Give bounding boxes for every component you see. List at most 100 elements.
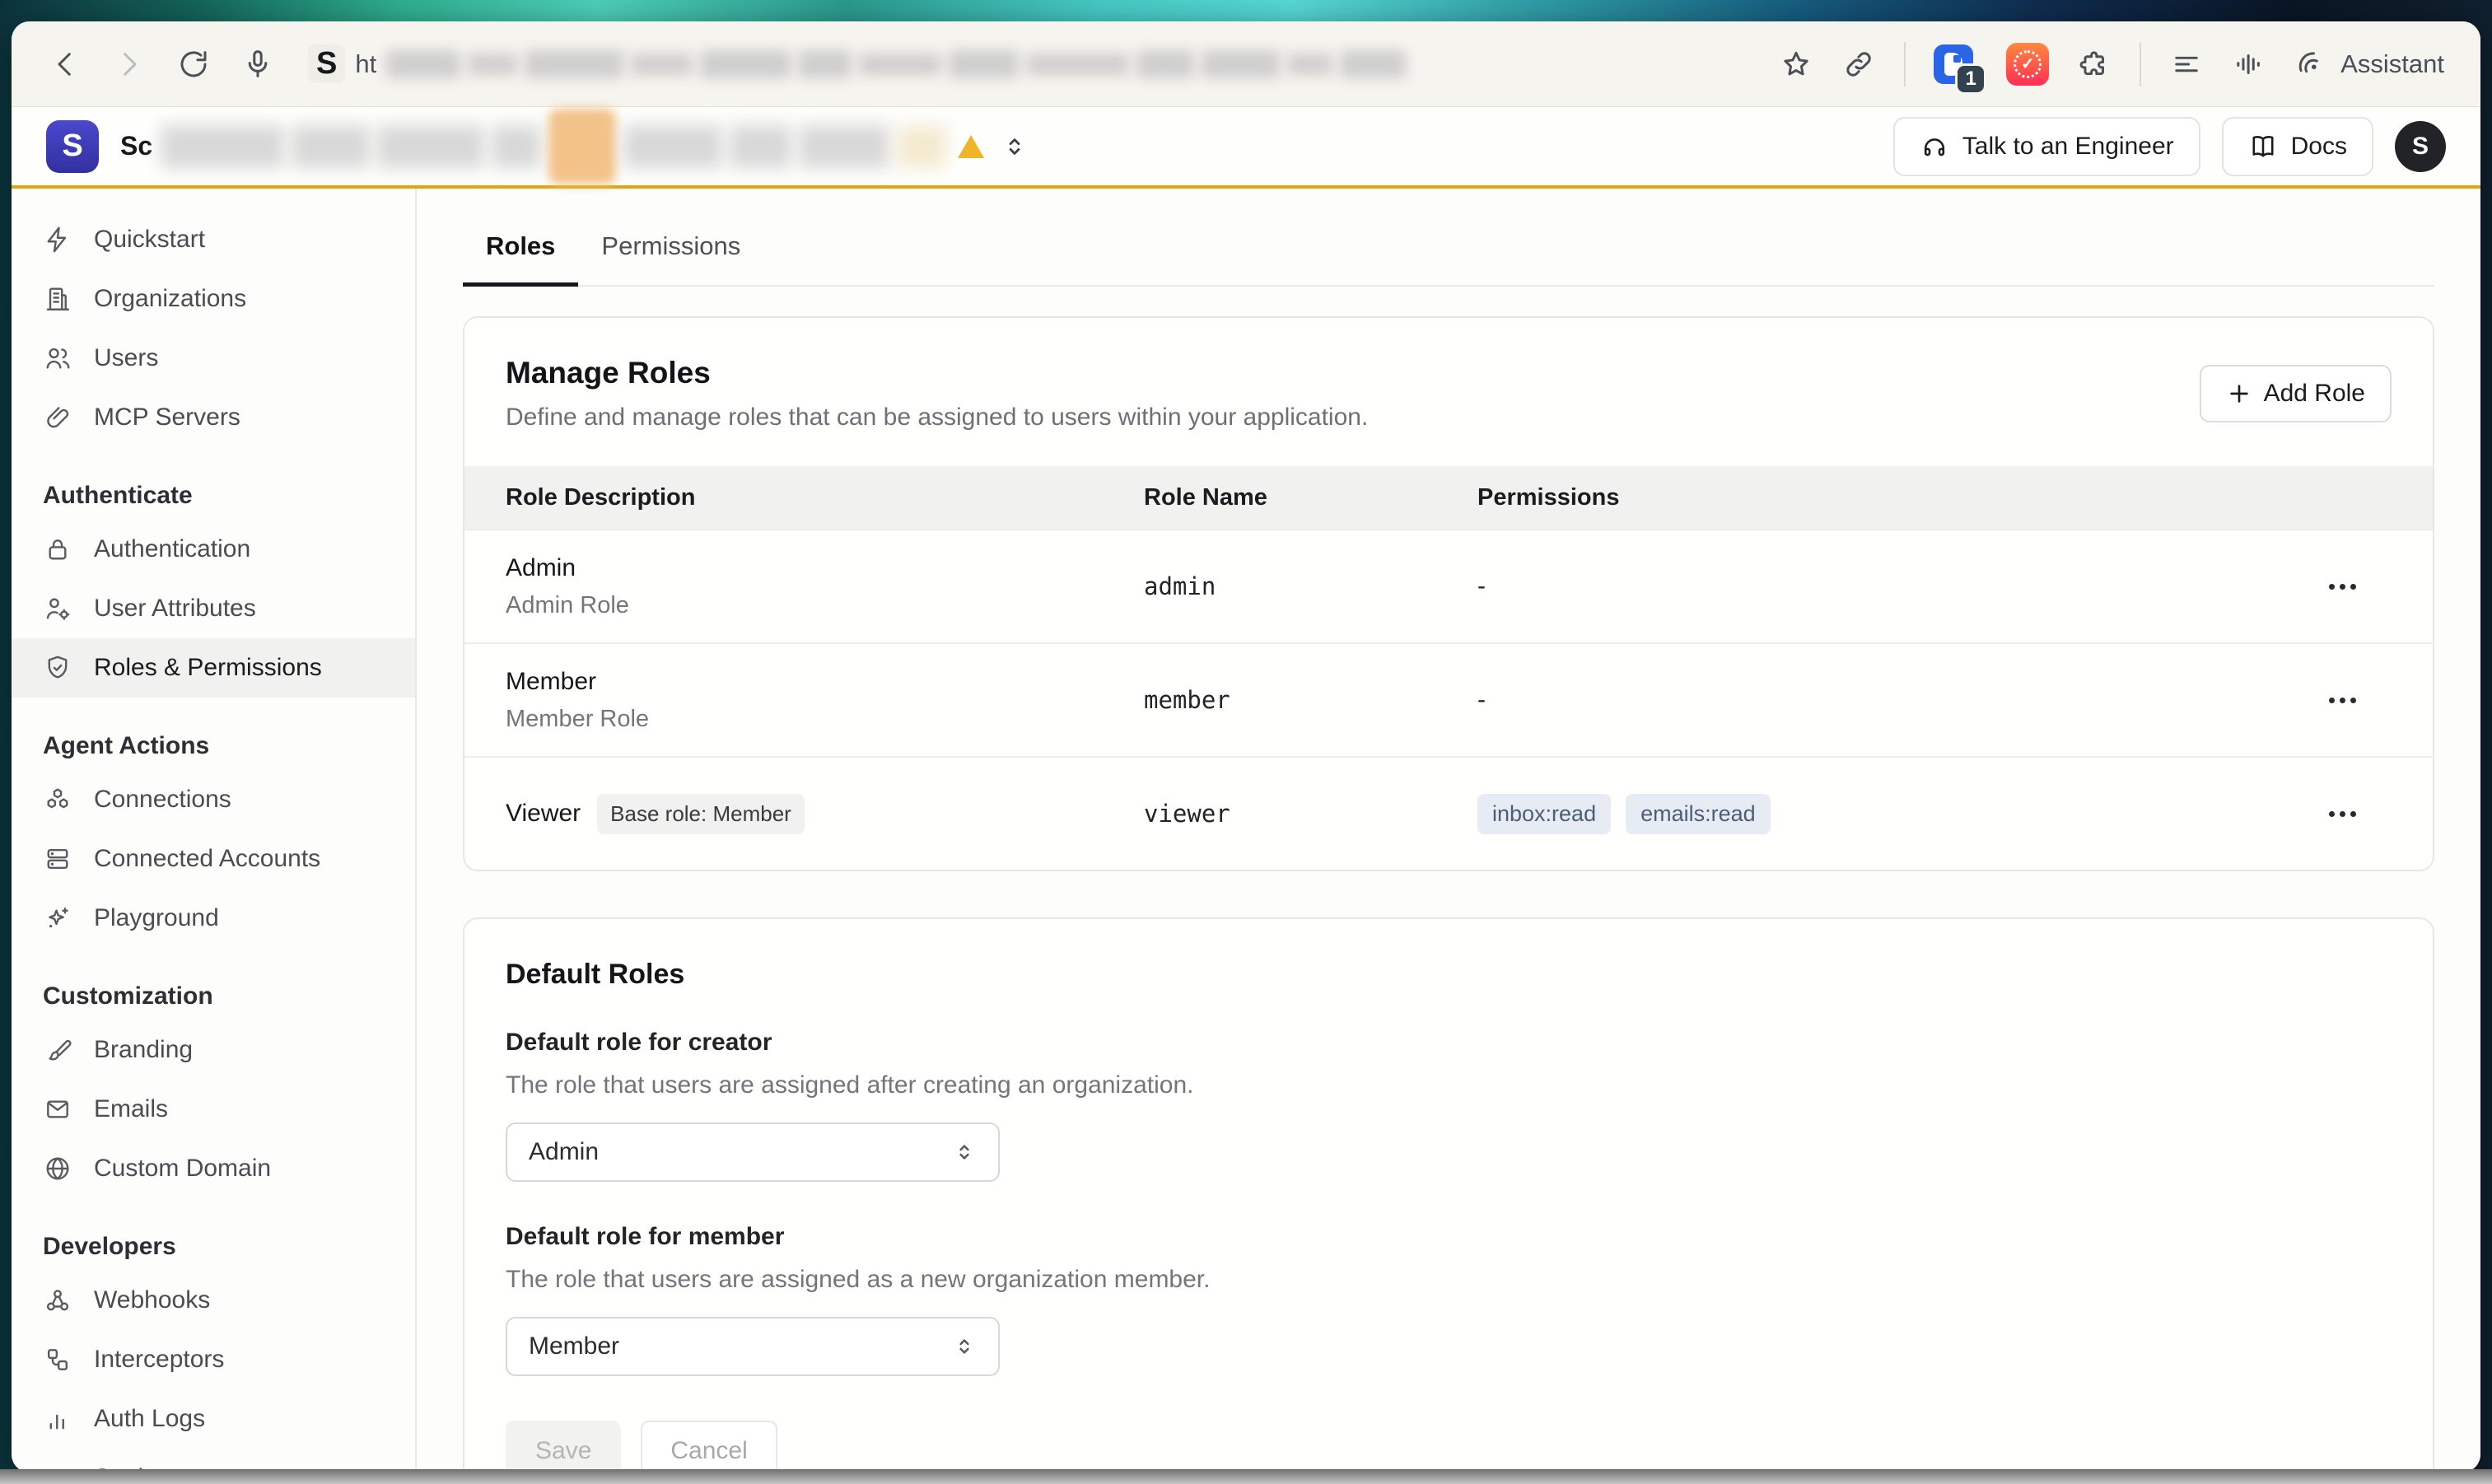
sidebar-item-roles-permissions[interactable]: Roles & Permissions xyxy=(12,638,415,698)
sidebar-item-label: Quickstart xyxy=(94,226,205,254)
assistant-button[interactable]: Assistant xyxy=(2294,47,2444,82)
environment-switcher[interactable]: Sc xyxy=(120,109,1029,184)
sidebar-item-playground[interactable]: Playground xyxy=(12,889,415,948)
puzzle-icon xyxy=(2077,47,2112,82)
sliders-icon xyxy=(43,1463,72,1472)
toolbar-divider xyxy=(1904,42,1906,86)
link-icon xyxy=(1841,47,1876,82)
column-permissions: Permissions xyxy=(1477,484,2293,511)
sidebar-section-developers: Developers xyxy=(12,1223,415,1271)
talk-to-engineer-button[interactable]: Talk to an Engineer xyxy=(1893,117,2200,176)
lines-icon xyxy=(2169,47,2204,82)
sidebar-item-webhooks[interactable]: Webhooks xyxy=(12,1271,415,1330)
sidebar-item-users[interactable]: Users xyxy=(12,329,415,388)
creator-role-label: Default role for creator xyxy=(506,1029,2392,1057)
site-favicon: S xyxy=(308,44,345,83)
copy-link-button[interactable] xyxy=(1841,47,1876,82)
focus-extension-button[interactable]: ✓ xyxy=(2006,43,2049,86)
zap-icon xyxy=(43,225,72,254)
role-permissions: - xyxy=(1477,572,2293,600)
sidebar-item-quickstart[interactable]: Quickstart xyxy=(12,210,415,269)
manage-roles-card: Manage Roles Define and manage roles tha… xyxy=(463,316,2434,871)
voice-mode-button[interactable] xyxy=(2232,47,2266,82)
sidebar-item-label: Webhooks xyxy=(94,1286,210,1314)
sidebar-item-authentication[interactable]: Authentication xyxy=(12,520,415,579)
user-gear-icon xyxy=(43,594,72,623)
toolbar-divider xyxy=(2140,42,2141,86)
sidebar-item-auth-logs[interactable]: Auth Logs xyxy=(12,1389,415,1449)
sidebar-section-authenticate: Authenticate xyxy=(12,472,415,520)
desktop-wallpaper: S ht 1 xyxy=(0,0,2492,1484)
url-text: ht xyxy=(355,49,376,79)
app-logo: S xyxy=(46,120,99,173)
sidebar-item-label: Users xyxy=(94,344,158,372)
creator-role-select[interactable]: Admin xyxy=(506,1122,1000,1182)
add-role-label: Add Role xyxy=(2264,380,2365,408)
role-title: Member xyxy=(506,668,1144,696)
member-role-label: Default role for member xyxy=(506,1223,2392,1251)
sidebar-item-emails[interactable]: Emails xyxy=(12,1080,415,1139)
back-button[interactable] xyxy=(48,47,82,82)
interceptor-nodes-icon xyxy=(43,1345,72,1374)
save-button[interactable]: Save xyxy=(506,1421,621,1472)
column-role-description: Role Description xyxy=(506,484,1144,511)
voice-search-button[interactable] xyxy=(240,47,275,82)
sidebar-section-agent-actions: Agent Actions xyxy=(12,722,415,770)
sidebar-item-label: Authentication xyxy=(94,535,250,563)
warning-triangle-icon xyxy=(958,135,984,158)
lock-icon xyxy=(43,534,72,564)
row-menu-button[interactable] xyxy=(2321,803,2364,825)
sidebar-item-custom-domain[interactable]: Custom Domain xyxy=(12,1139,415,1198)
sidebar-item-label: Custom Domain xyxy=(94,1155,271,1183)
table-row-member: Member Member Role member - xyxy=(464,642,2433,756)
sidebar-item-label: Playground xyxy=(94,904,219,932)
role-name-code: member xyxy=(1144,686,1477,714)
building-icon xyxy=(43,284,72,314)
extensions-button[interactable] xyxy=(2077,47,2112,82)
password-manager-extension-button[interactable]: 1 xyxy=(1934,42,1978,86)
headphones-icon xyxy=(1920,132,1949,161)
role-title: Viewer xyxy=(506,800,581,828)
bar-chart-icon xyxy=(43,1404,72,1434)
globe-icon xyxy=(43,1154,72,1183)
reader-menu-button[interactable] xyxy=(2169,47,2204,82)
docs-label: Docs xyxy=(2291,133,2347,161)
sidebar-item-label: Settings xyxy=(94,1464,183,1472)
reload-button[interactable] xyxy=(176,47,211,82)
tab-roles[interactable]: Roles xyxy=(463,226,578,287)
cancel-button[interactable]: Cancel xyxy=(641,1421,777,1472)
forward-button[interactable] xyxy=(112,47,147,82)
member-role-description: The role that users are assigned as a ne… xyxy=(506,1266,2392,1294)
talk-to-engineer-label: Talk to an Engineer xyxy=(1962,133,2174,161)
chevron-updown-icon xyxy=(1001,133,1029,161)
sidebar-item-user-attributes[interactable]: User Attributes xyxy=(12,579,415,638)
row-menu-button[interactable] xyxy=(2321,689,2364,712)
chevron-updown-icon xyxy=(952,1140,977,1164)
member-role-select[interactable]: Member xyxy=(506,1317,1000,1376)
sidebar-item-settings[interactable]: Settings xyxy=(12,1449,415,1472)
sidebar-item-organizations[interactable]: Organizations xyxy=(12,269,415,329)
sidebar-item-branding[interactable]: Branding xyxy=(12,1020,415,1080)
clock-app-icon: ✓ xyxy=(2006,43,2049,86)
default-roles-title: Default Roles xyxy=(506,959,2392,991)
redacted-org-name xyxy=(161,109,946,184)
sidebar-item-connections[interactable]: Connections xyxy=(12,770,415,829)
sidebar-item-interceptors[interactable]: Interceptors xyxy=(12,1330,415,1389)
user-avatar[interactable]: S xyxy=(2395,121,2446,172)
sidebar-item-label: Emails xyxy=(94,1095,168,1123)
address-bar[interactable]: S ht xyxy=(308,44,1779,83)
docs-button[interactable]: Docs xyxy=(2222,117,2373,176)
row-menu-button[interactable] xyxy=(2321,576,2364,598)
sidebar-item-label: MCP Servers xyxy=(94,404,240,432)
webhook-icon xyxy=(43,1286,72,1315)
add-role-button[interactable]: Add Role xyxy=(2200,365,2392,422)
sidebar-item-connected-accounts[interactable]: Connected Accounts xyxy=(12,829,415,889)
bookmark-button[interactable] xyxy=(1779,47,1813,82)
tab-permissions[interactable]: Permissions xyxy=(578,226,763,287)
sidebar-item-mcp-servers[interactable]: MCP Servers xyxy=(12,388,415,447)
manage-roles-title: Manage Roles xyxy=(506,356,1368,390)
paperclip-icon xyxy=(43,403,72,432)
role-permissions: - xyxy=(1477,686,2293,714)
role-subtitle: Member Role xyxy=(506,706,1144,733)
tab-bar: Roles Permissions xyxy=(463,226,2434,287)
